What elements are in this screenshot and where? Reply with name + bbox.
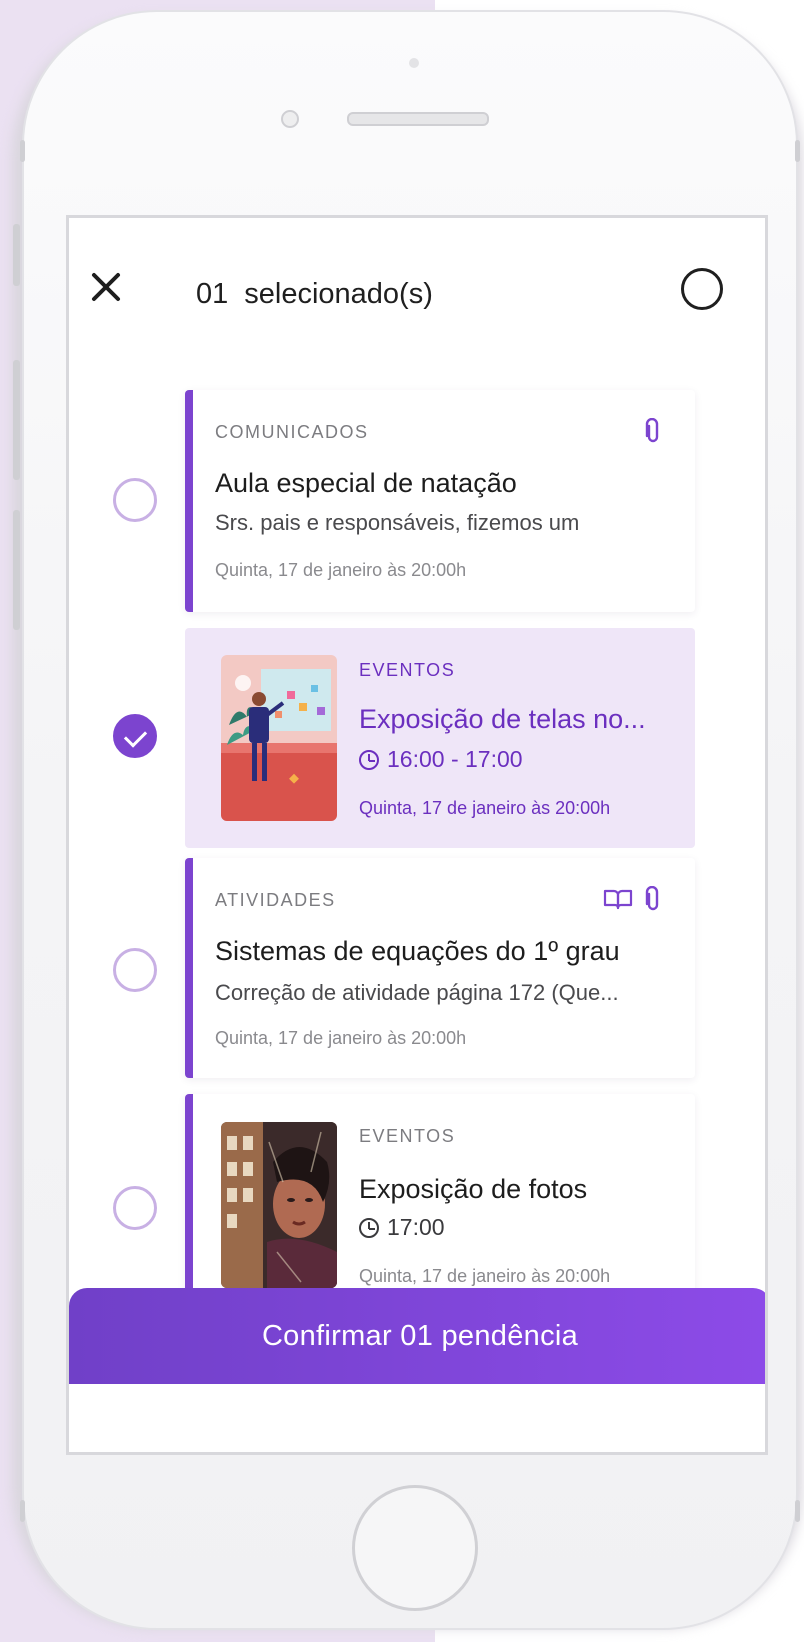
book-icon [603,889,633,910]
selection-count: 01 selecionado(s) [196,278,433,311]
paperclip-icon [645,418,659,443]
antenna-line [20,140,25,162]
photo-exhibition-image [221,1122,337,1288]
item-select-radio[interactable] [113,478,157,522]
item-title: Exposição de telas no... [359,704,646,734]
item-date: Quinta, 17 de janeiro às 20:00h [359,798,611,818]
list-item-comunicado[interactable]: COMUNICADOS Aula especial de natação Srs… [185,390,695,612]
proximity-sensor [409,58,419,68]
list-item-evento-selected[interactable]: EVENTOS Exposição de telas no... 16:00 -… [185,628,695,848]
mute-switch [13,224,20,286]
item-time-text: 17:00 [387,1214,445,1240]
home-button[interactable] [352,1485,478,1611]
antenna-line [795,1500,800,1522]
event-thumbnail-exhibition [221,655,337,821]
front-camera [281,110,299,128]
item-subtitle: Correção de atividade página 172 (Que... [215,980,619,1005]
list-item-evento[interactable]: EVENTOS Exposição de fotos 17:00 Quinta,… [185,1094,695,1314]
item-date: Quinta, 17 de janeiro às 20:00h [215,560,467,580]
selected-count-label: selecionado(s) [244,278,433,310]
item-category: COMUNICADOS [215,422,369,442]
item-subtitle: Srs. pais e responsáveis, fizemos um [215,510,580,535]
item-category: ATIVIDADES [215,890,336,910]
exhibition-illustration [221,655,337,821]
confirm-button-label: Confirmar 01 pendência [261,1319,579,1352]
antenna-line [795,140,800,162]
select-all-radio[interactable] [681,268,723,310]
clock-icon [359,1217,379,1238]
list-item-atividade[interactable]: ATIVIDADES Sistemas de equações do 1º gr… [185,858,695,1078]
volume-down-button [13,510,20,630]
close-icon[interactable] [89,270,123,304]
event-thumbnail-photos [221,1122,337,1288]
clock-icon [359,749,379,770]
confirm-button[interactable]: Confirmar 01 pendência [69,1288,765,1384]
item-select-radio[interactable] [113,1186,157,1230]
earpiece-speaker [347,112,489,126]
item-time: 17:00 [359,1214,445,1241]
item-title: Exposição de fotos [359,1174,588,1204]
item-time-text: 16:00 - 17:00 [387,746,523,772]
antenna-line [20,1500,25,1522]
item-title: Sistemas de equações do 1º grau [215,936,620,966]
item-date: Quinta, 17 de janeiro às 20:00h [359,1266,611,1286]
app-screen: 01 selecionado(s) COMUNICADOS Aula espec… [66,215,768,1455]
item-title: Aula especial de natação [215,468,517,498]
item-time: 16:00 - 17:00 [359,746,523,773]
item-date: Quinta, 17 de janeiro às 20:00h [215,1028,467,1048]
item-select-radio[interactable] [113,948,157,992]
volume-up-button [13,360,20,480]
paperclip-icon [645,886,659,911]
item-category: EVENTOS [359,1126,456,1146]
item-category: EVENTOS [359,660,456,680]
selected-count-number: 01 [196,278,229,310]
item-select-radio-checked[interactable] [113,714,157,758]
